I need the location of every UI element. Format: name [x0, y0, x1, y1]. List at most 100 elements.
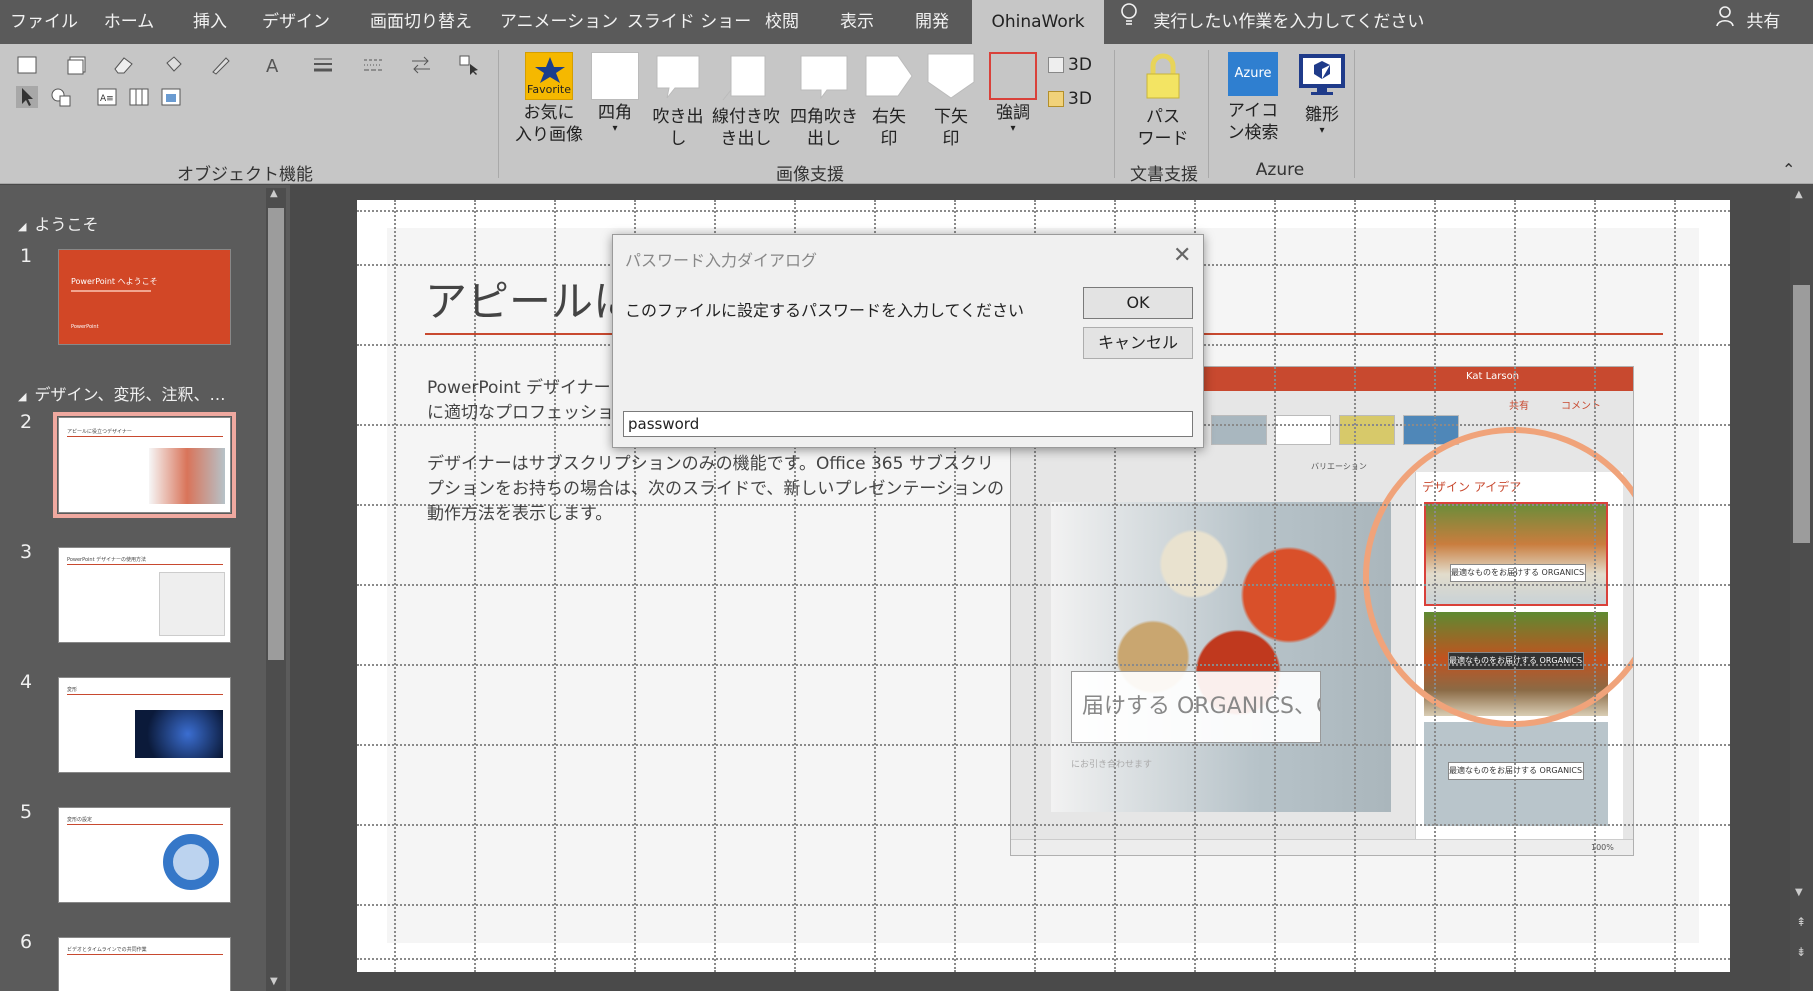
emphasis-button[interactable]: 強調 ▾ — [986, 52, 1040, 134]
scroll-down-icon[interactable]: ▼ — [270, 976, 278, 987]
callout-button[interactable]: 吹き出 し — [650, 52, 706, 150]
icon-search-button[interactable]: Azure アイコ ン検索 — [1220, 52, 1286, 144]
person-icon — [1715, 0, 1735, 44]
tab-animations[interactable]: アニメーション — [492, 0, 626, 44]
ribbon-separator — [498, 50, 499, 178]
canvas-scrollbar[interactable]: ▲ ▼ ⇞ ⇟ — [1790, 185, 1813, 991]
line-callout-button[interactable]: 線付き吹 き出し — [708, 52, 784, 150]
ok-button[interactable]: OK — [1083, 287, 1193, 319]
ribbon-separator — [1354, 50, 1355, 178]
rect-callout-button[interactable]: 四角吹き 出し — [786, 52, 862, 150]
password-label: パス ワード — [1137, 107, 1189, 149]
monitor-icon — [1299, 54, 1345, 95]
close-icon[interactable]: ✕ — [1173, 243, 1191, 268]
pointer-icon[interactable] — [16, 86, 38, 108]
ribbon-tab-bar: ファイル ホーム 挿入 デザイン 画面切り替え アニメーション スライド ショー… — [0, 0, 1813, 44]
slide-thumbnail-2[interactable]: アピールに役立つデザイナー — [53, 412, 236, 518]
tab-file[interactable]: ファイル — [8, 0, 80, 44]
slide-thumbnail-4[interactable]: 変形 — [58, 677, 231, 773]
ribbon: A A≡ オブジェクト機能 Favorite お気に 入り画像 四角 ▾ 吹き出… — [0, 44, 1813, 185]
thumb-powerpoint-label: PowerPoint — [71, 324, 99, 330]
body-text-line[interactable]: デザイナーはサブスクリプションのみの機能です。Office 365 サブスクリ — [427, 452, 994, 477]
gridline — [357, 958, 1730, 960]
down-arrow-button[interactable]: 下矢 印 — [926, 52, 976, 150]
thumb-circle — [163, 834, 219, 890]
body-text-line[interactable]: 動作方法を表示します。 — [427, 502, 612, 527]
collapse-ribbon-icon[interactable]: ⌃ — [1782, 160, 1795, 179]
slide-number: 1 — [20, 245, 33, 267]
favorite-star-icon: Favorite — [525, 52, 573, 100]
scroll-down-icon[interactable]: ▼ — [1795, 887, 1803, 898]
tab-ohinawork[interactable]: OhinaWork — [972, 0, 1104, 44]
line-weight-icon[interactable] — [312, 54, 334, 76]
favorite-icon-text: Favorite — [527, 83, 571, 96]
next-slide-icon[interactable]: ⇟ — [1796, 945, 1806, 959]
tab-slideshow[interactable]: スライド ショー — [626, 0, 752, 44]
dash-style-icon[interactable] — [362, 54, 384, 76]
slide-thumbnail-3[interactable]: PowerPoint デザイナーの使用方法 — [58, 547, 231, 643]
gridline — [1674, 200, 1676, 972]
arrow-style-icon[interactable] — [410, 54, 432, 76]
azure-icon: Azure — [1228, 52, 1278, 96]
tab-review[interactable]: 校閲 — [756, 0, 808, 44]
embedded-variation-3 — [1339, 415, 1395, 445]
gridline — [1514, 200, 1516, 972]
square-button[interactable]: 四角 ▾ — [590, 52, 640, 134]
tab-view[interactable]: 表示 — [830, 0, 884, 44]
password-button[interactable]: パス ワード — [1130, 52, 1196, 150]
thumb-title-line — [67, 694, 223, 695]
rectangle-icon[interactable] — [16, 54, 38, 76]
section-design[interactable]: ◢ デザイン、変形、注釈、… — [18, 381, 226, 405]
paint-bucket-icon[interactable] — [162, 54, 184, 76]
3d-button-2[interactable]: 3D — [1048, 88, 1104, 110]
scroll-up-icon[interactable]: ▲ — [1795, 189, 1803, 200]
thumb-title: PowerPoint へようこそ — [71, 277, 158, 286]
image-insert-icon[interactable] — [160, 86, 182, 108]
shapes-icon[interactable] — [50, 86, 72, 108]
line-callout-label: 線付き吹 き出し — [712, 107, 780, 149]
cancel-button[interactable]: キャンセル — [1083, 327, 1193, 359]
tab-developer[interactable]: 開発 — [904, 0, 960, 44]
gridline — [357, 584, 1730, 586]
body-text-line[interactable]: プションをお持ちの場合は、次のスライドで、新しいプレゼンテーションの — [427, 477, 1004, 502]
thumbnail-scrollbar[interactable]: ▲ ▼ — [266, 188, 286, 991]
square-label: 四角 — [598, 103, 632, 123]
prev-slide-icon[interactable]: ⇞ — [1796, 915, 1806, 929]
select-shapes-icon[interactable] — [458, 54, 480, 76]
eraser-icon[interactable] — [112, 54, 134, 76]
thumb-image — [159, 572, 225, 636]
slide-thumbnail-1[interactable]: PowerPoint へようこそ PowerPoint — [58, 249, 231, 345]
thumb-title: アピールに役立つデザイナー — [67, 429, 132, 435]
thumb-title: PowerPoint デザイナーの使用方法 — [67, 557, 147, 563]
copy-shape-icon[interactable] — [66, 54, 88, 76]
tab-home[interactable]: ホーム — [98, 0, 160, 44]
slide-number: 2 — [20, 411, 33, 433]
tab-insert[interactable]: 挿入 — [182, 0, 238, 44]
scroll-up-icon[interactable]: ▲ — [270, 188, 278, 199]
group-doc-label: 文書支援 — [1130, 165, 1198, 185]
share-button[interactable]: 共有 — [1715, 0, 1780, 44]
lock-icon — [1146, 53, 1180, 99]
font-color-icon[interactable]: A — [262, 54, 284, 76]
group-object-label: オブジェクト機能 — [177, 165, 313, 185]
tab-design[interactable]: デザイン — [258, 0, 334, 44]
3d-button-1[interactable]: 3D — [1048, 54, 1104, 76]
pen-icon[interactable] — [210, 54, 232, 76]
tell-me-box[interactable]: 実行したい作業を入力してください — [1120, 0, 1424, 44]
section-welcome[interactable]: ◢ ようこそ — [18, 211, 98, 235]
template-button[interactable]: 雛形 ▾ — [1292, 52, 1352, 136]
table-insert-icon[interactable] — [128, 86, 150, 108]
down-arrow-shape-icon — [927, 53, 975, 99]
slide-thumbnail-6[interactable]: ビデオとタイムラインでの共同作業 — [58, 937, 231, 991]
gridline — [357, 210, 1730, 212]
embedded-design-card-3: 最適なものをお届けする ORGANICS、CO. — [1424, 722, 1608, 826]
textbox-icon[interactable]: A≡ — [96, 86, 118, 108]
scrollbar-thumb[interactable] — [1793, 285, 1810, 543]
right-arrow-button[interactable]: 右矢 印 — [864, 52, 914, 150]
collapse-triangle-icon: ◢ — [18, 390, 27, 403]
tab-transitions[interactable]: 画面切り替え — [356, 0, 486, 44]
password-input[interactable] — [623, 411, 1193, 437]
slide-thumbnail-5[interactable]: 変形の設定 — [58, 807, 231, 903]
scrollbar-thumb[interactable] — [268, 208, 284, 660]
favorite-images-button[interactable]: Favorite お気に 入り画像 — [514, 52, 584, 146]
